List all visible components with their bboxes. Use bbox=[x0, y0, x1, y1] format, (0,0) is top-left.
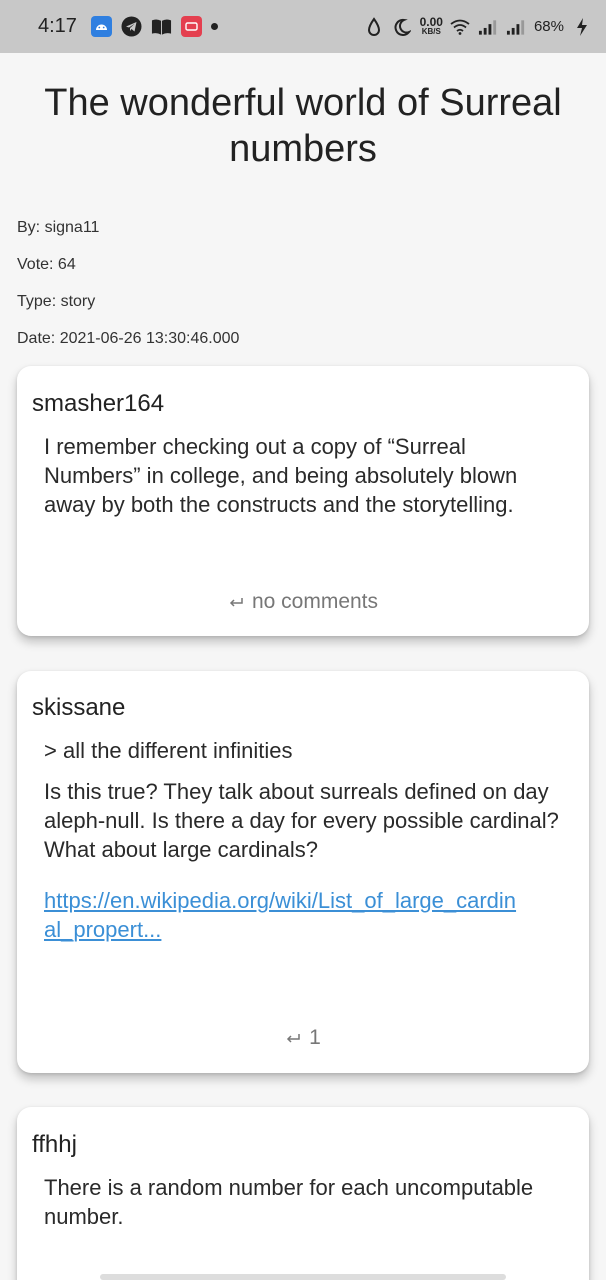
reply-arrow-icon bbox=[285, 1026, 301, 1050]
reply-count: 1 bbox=[309, 1026, 321, 1049]
more-notifications-dot bbox=[210, 23, 218, 30]
signal-sim2-icon bbox=[506, 16, 527, 37]
book-icon bbox=[151, 16, 172, 37]
telegram-icon bbox=[121, 16, 142, 37]
story-date: Date: 2021-06-26 13:30:46.000 bbox=[17, 330, 240, 347]
system-icons: 0.00 KB/S 68% bbox=[364, 16, 592, 37]
comment-author[interactable]: ffhhj bbox=[32, 1131, 77, 1159]
bottom-scroll-indicator bbox=[100, 1274, 506, 1280]
reply-arrow-icon bbox=[228, 590, 244, 614]
charging-bolt-icon bbox=[571, 16, 592, 37]
signal-sim1-icon bbox=[478, 16, 499, 37]
comment-text: Is this true? They talk about surreals d… bbox=[44, 779, 559, 862]
do-not-disturb-moon-icon bbox=[392, 16, 413, 37]
comment-author[interactable]: smasher164 bbox=[32, 390, 164, 418]
story-author: By: signa11 bbox=[17, 219, 100, 236]
comment-quote: > all the different infinities bbox=[44, 738, 293, 763]
status-bar: 4:17 0.00 KB/S 68% bbox=[0, 0, 606, 53]
comment-replies[interactable]: 1 bbox=[17, 1026, 589, 1050]
status-time: 4:17 bbox=[38, 15, 77, 37]
android-app-icon bbox=[90, 16, 112, 37]
comment-author[interactable]: skissane bbox=[32, 694, 125, 722]
notification-icons bbox=[90, 16, 218, 37]
story-title: The wonderful world of Surreal numbers bbox=[44, 82, 562, 170]
comment-link[interactable]: https://en.wikipedia.org/wiki/List_of_la… bbox=[44, 886, 524, 944]
wifi-icon bbox=[450, 16, 471, 37]
comment-card[interactable]: skissane > all the different infinities … bbox=[17, 671, 589, 1073]
network-speed: 0.00 KB/S bbox=[419, 14, 443, 36]
comment-text: I remember checking out a copy of “Surre… bbox=[44, 434, 518, 517]
comment-replies[interactable]: no comments bbox=[17, 590, 589, 614]
story-vote: Vote: 64 bbox=[17, 256, 76, 273]
comment-card[interactable]: ffhhj There is a random number for each … bbox=[17, 1107, 589, 1280]
reply-count: no comments bbox=[251, 590, 379, 613]
comment-card[interactable]: smasher164 I remember checking out a cop… bbox=[17, 366, 589, 636]
comment-text: There is a random number for each uncomp… bbox=[44, 1175, 534, 1229]
battery-percentage: 68% bbox=[533, 18, 564, 35]
data-saver-drop-icon bbox=[364, 16, 385, 37]
screen-record-icon bbox=[180, 16, 202, 37]
story-type: Type: story bbox=[17, 293, 96, 310]
